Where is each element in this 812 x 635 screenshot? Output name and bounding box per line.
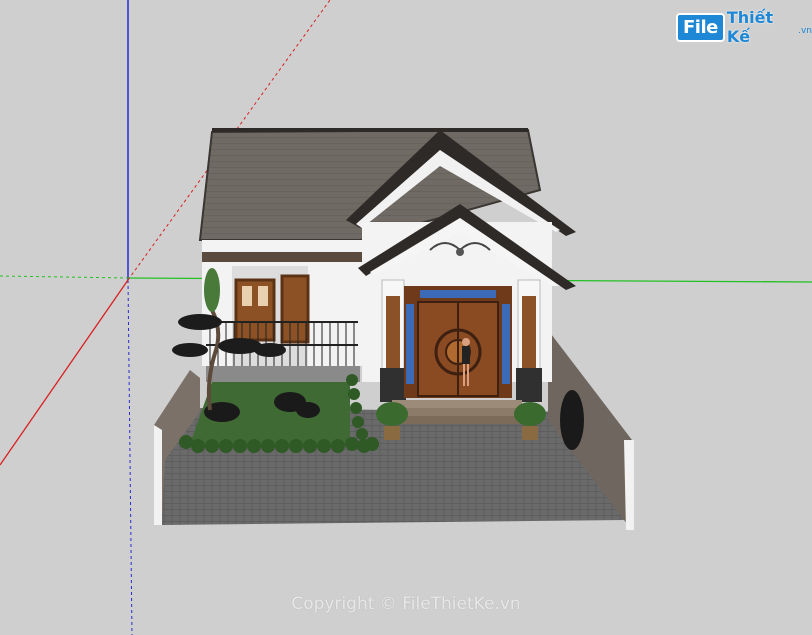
filethietke-logo: File Thiết Kế .vn <box>676 8 812 46</box>
blue-axis-dashed <box>127 279 133 635</box>
logo-file-text: File <box>676 12 725 42</box>
red-axis <box>0 279 129 466</box>
green-axis-dashed <box>0 275 129 279</box>
logo-thietke-text: Thiết Kế <box>726 8 774 46</box>
sketchup-viewport[interactable]: File Thiết Kế .vn Copyright © FileThietK… <box>0 0 812 635</box>
house-3d-model[interactable] <box>0 0 812 635</box>
window <box>280 274 310 344</box>
copyright-watermark: Copyright © FileThietKe.vn <box>291 594 521 614</box>
logo-domain-suffix: .vn <box>798 26 812 36</box>
entrance-steps <box>392 400 522 408</box>
